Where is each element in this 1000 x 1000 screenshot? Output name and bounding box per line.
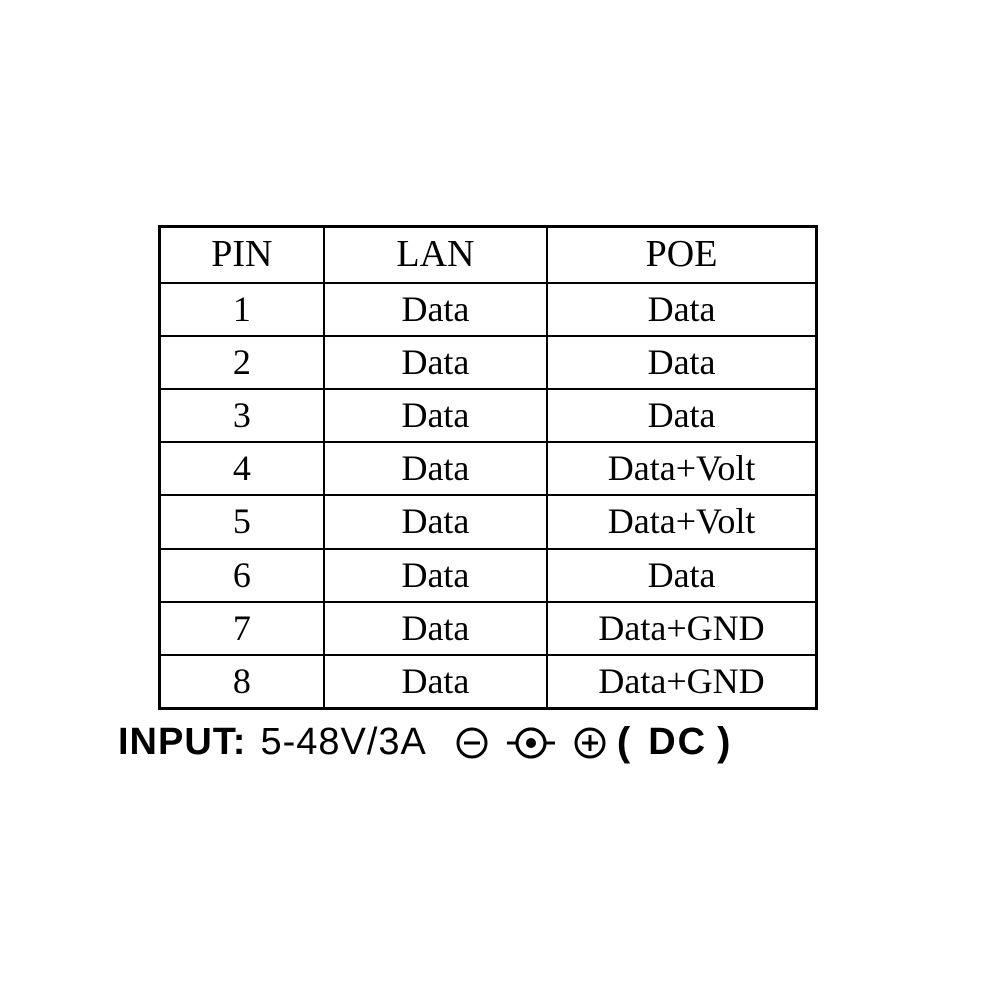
polarity-outer-positive-icon	[573, 726, 607, 760]
table-row: 1 Data Data	[160, 283, 817, 336]
dc-paren-open: (	[617, 720, 630, 765]
cell-poe: Data	[547, 283, 816, 336]
cell-lan: Data	[324, 549, 547, 602]
polarity-outer-negative-icon	[455, 726, 489, 760]
cell-poe: Data+GND	[547, 655, 816, 709]
pinout-table-container: PIN LAN POE 1 Data Data 2 Data Data 3 Da…	[158, 225, 818, 710]
cell-poe: Data+Volt	[547, 495, 816, 548]
cell-poe: Data+GND	[547, 602, 816, 655]
cell-lan: Data	[324, 495, 547, 548]
table-row: 4 Data Data+Volt	[160, 442, 817, 495]
header-pin: PIN	[160, 227, 324, 283]
table-row: 8 Data Data+GND	[160, 655, 817, 709]
cell-lan: Data	[324, 389, 547, 442]
cell-pin: 2	[160, 336, 324, 389]
cell-pin: 4	[160, 442, 324, 495]
cell-pin: 1	[160, 283, 324, 336]
input-value: 5-48V/3A	[260, 721, 426, 764]
pinout-table: PIN LAN POE 1 Data Data 2 Data Data 3 Da…	[158, 225, 818, 710]
header-poe: POE	[547, 227, 816, 283]
dc-label: DC	[648, 721, 707, 764]
polarity-center-barrel-icon	[507, 726, 555, 760]
table-row: 2 Data Data	[160, 336, 817, 389]
cell-pin: 3	[160, 389, 324, 442]
cell-poe: Data+Volt	[547, 442, 816, 495]
input-spec-line: INPUT: 5-48V/3A ( DC )	[118, 720, 730, 765]
cell-pin: 7	[160, 602, 324, 655]
cell-lan: Data	[324, 655, 547, 709]
table-header-row: PIN LAN POE	[160, 227, 817, 283]
cell-poe: Data	[547, 549, 816, 602]
cell-lan: Data	[324, 602, 547, 655]
cell-lan: Data	[324, 283, 547, 336]
cell-lan: Data	[324, 336, 547, 389]
table-row: 5 Data Data+Volt	[160, 495, 817, 548]
table-row: 6 Data Data	[160, 549, 817, 602]
dc-paren-close: )	[717, 720, 730, 765]
cell-lan: Data	[324, 442, 547, 495]
cell-poe: Data	[547, 389, 816, 442]
cell-poe: Data	[547, 336, 816, 389]
cell-pin: 5	[160, 495, 324, 548]
dc-polarity-symbols	[455, 726, 607, 760]
table-body: 1 Data Data 2 Data Data 3 Data Data 4 Da…	[160, 283, 817, 709]
cell-pin: 8	[160, 655, 324, 709]
header-lan: LAN	[324, 227, 547, 283]
table-row: 7 Data Data+GND	[160, 602, 817, 655]
input-label: INPUT:	[118, 721, 246, 764]
table-row: 3 Data Data	[160, 389, 817, 442]
cell-pin: 6	[160, 549, 324, 602]
